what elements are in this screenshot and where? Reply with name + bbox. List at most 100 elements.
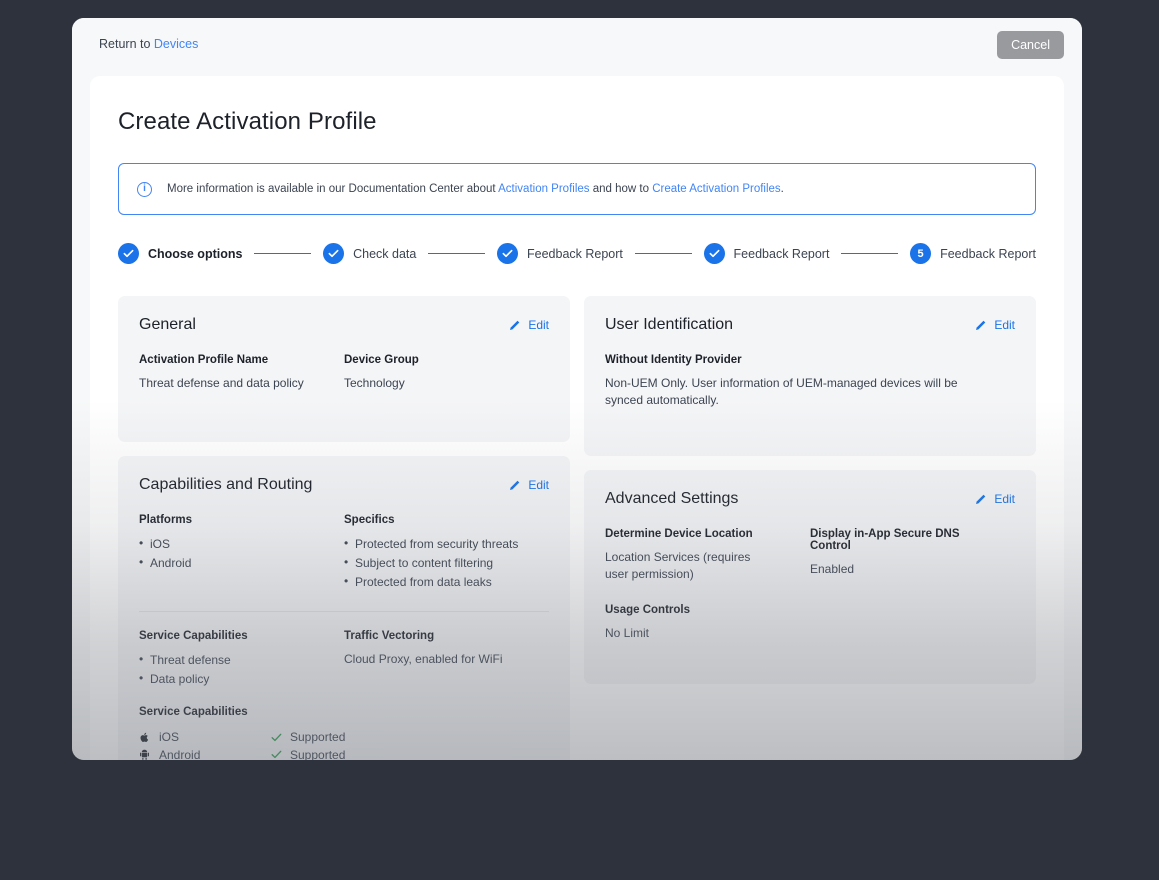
dns-control-value: Enabled [810,561,855,576]
table-row: Android Supported [139,746,549,760]
support-table-block: Service Capabilities iOS Supported Andro… [139,706,549,760]
stepper-label-2: Check data [353,246,417,261]
stepper-step-1[interactable]: Choose options [118,243,242,264]
info-text-middle: and how to [589,183,653,195]
platform-status: Supported [271,748,345,760]
breadcrumb-prefix: Return to [99,37,154,51]
general-field-group: Device Group Technology [344,354,549,392]
specifics-block: Specifics Protected from security threat… [344,514,549,591]
android-icon [139,749,159,760]
breadcrumb-devices-link[interactable]: Devices [154,37,198,51]
card-user-identification-header: User Identification Edit [605,316,1015,334]
card-advanced-title: Advanced Settings [605,489,739,507]
edit-user-identification-button[interactable]: Edit [975,318,1015,332]
card-capabilities-title: Capabilities and Routing [139,476,313,494]
general-fields: Activation Profile Name Threat defense a… [139,354,549,392]
pencil-icon [976,494,986,504]
device-location-label: Determine Device Location [605,527,753,540]
step-complete-icon [118,243,139,264]
pencil-icon [510,481,520,491]
stepper-connector-3 [634,252,692,255]
stepper-label-1: Choose options [148,246,243,261]
card-general: General Edit Activation Profile Name Thr… [118,296,570,443]
create-activation-profiles-link[interactable]: Create Activation Profiles [652,183,780,195]
card-general-title: General [139,316,196,333]
edit-general-button[interactable]: Edit [509,318,549,332]
stepper-connector-4 [841,252,899,255]
info-icon: i [137,181,152,197]
stepper-step-2[interactable]: Check data [323,243,416,264]
status-text: Supported [290,747,346,760]
stepper-step-4[interactable]: Feedback Report [703,243,830,264]
edit-advanced-button[interactable]: Edit [975,492,1015,506]
summary-cards-grid: General Edit Activation Profile Name Thr… [118,296,1036,760]
list-item: Protected from security threats [344,534,535,554]
table-row: iOS Supported [139,728,549,746]
info-text-before: More information is available in our Doc… [167,183,499,195]
cancel-button[interactable]: Cancel [997,31,1064,59]
content-sheet: Create Activation Profile i More informa… [90,76,1064,760]
platform-name: Android [159,747,201,760]
service-capabilities-list: Threat defense Data policy [139,650,330,689]
card-user-identification-title: User Identification [605,316,734,333]
page-title: Create Activation Profile [118,108,377,135]
step-number-badge: 5 [910,243,932,264]
capabilities-services-row: Service Capabilities Threat defense Data… [139,630,549,688]
profile-name-value: Threat defense and data policy [139,376,304,390]
device-location-block: Determine Device Location Location Servi… [605,528,810,642]
list-item: Subject to content filtering [344,553,535,573]
list-item: Data policy [139,669,330,689]
usage-controls-label: Usage Controls [605,603,690,616]
traffic-vectoring-value: Cloud Proxy, enabled for WiFi [344,652,503,667]
identity-provider-value: Non-UEM Only. User information of UEM-ma… [605,376,958,408]
list-item: Protected from data leaks [344,572,535,592]
device-group-value: Technology [344,376,405,390]
create-activation-profile-modal: Return to Devices Cancel Create Activati… [72,18,1082,760]
edit-user-identification-label: Edit [994,318,1015,332]
card-general-header: General Edit [139,316,549,334]
apple-icon [139,732,159,743]
edit-capabilities-label: Edit [528,478,549,493]
stepper-step-5[interactable]: 5 Feedback Report [910,243,1036,264]
stepper-label-5: Feedback Report [940,246,1036,261]
platform-support-table: iOS Supported Android Supported [139,728,549,760]
platforms-block: Platforms iOS Android [139,514,344,591]
breadcrumb: Return to Devices [99,37,198,51]
step-complete-icon [703,243,725,264]
service-capabilities-block: Service Capabilities Threat defense Data… [139,630,344,688]
dns-control-block: Display in-App Secure DNS Control Enable… [810,528,1015,642]
edit-capabilities-button[interactable]: Edit [509,478,549,492]
stepper-connector-2 [428,252,485,255]
capabilities-platforms-row: Platforms iOS Android Specifics [139,514,549,591]
list-item: iOS [139,534,330,554]
stepper-step-3[interactable]: Feedback Report [497,243,623,264]
general-field-name: Activation Profile Name Threat defense a… [139,354,344,392]
traffic-vectoring-block: Traffic Vectoring Cloud Proxy, enabled f… [344,630,549,688]
step-complete-icon [323,243,345,264]
card-advanced-header: Advanced Settings Edit [605,490,1015,508]
check-icon [271,750,282,759]
edit-advanced-label: Edit [994,491,1015,506]
advanced-fields-row: Determine Device Location Location Servi… [605,528,1015,642]
step-complete-icon [497,243,518,264]
list-item: Android [139,553,330,573]
modal-header: Return to Devices Cancel [72,18,1082,70]
info-banner: i More information is available in our D… [118,163,1036,215]
platform-name: iOS [159,730,180,745]
identity-provider-label: Without Identity Provider [605,354,742,366]
specifics-list: Protected from security threats Subject … [344,534,535,592]
pencil-icon [976,320,986,330]
screen-background: Return to Devices Cancel Create Activati… [0,0,1159,880]
device-location-value: Location Services (requires user permiss… [605,549,751,582]
stepper-label-4: Feedback Report [733,246,830,261]
list-item: Threat defense [139,650,330,670]
specifics-label: Specifics [344,514,395,527]
card-capabilities-routing: Capabilities and Routing Edit Platforms [118,456,570,760]
check-icon [271,733,282,741]
usage-controls-value: No Limit [605,625,650,640]
stepper-label-3: Feedback Report [527,246,623,261]
pencil-icon [510,320,520,330]
activation-profiles-link[interactable]: Activation Profiles [498,183,589,195]
traffic-vectoring-label: Traffic Vectoring [344,630,435,643]
left-column: General Edit Activation Profile Name Thr… [118,296,570,760]
